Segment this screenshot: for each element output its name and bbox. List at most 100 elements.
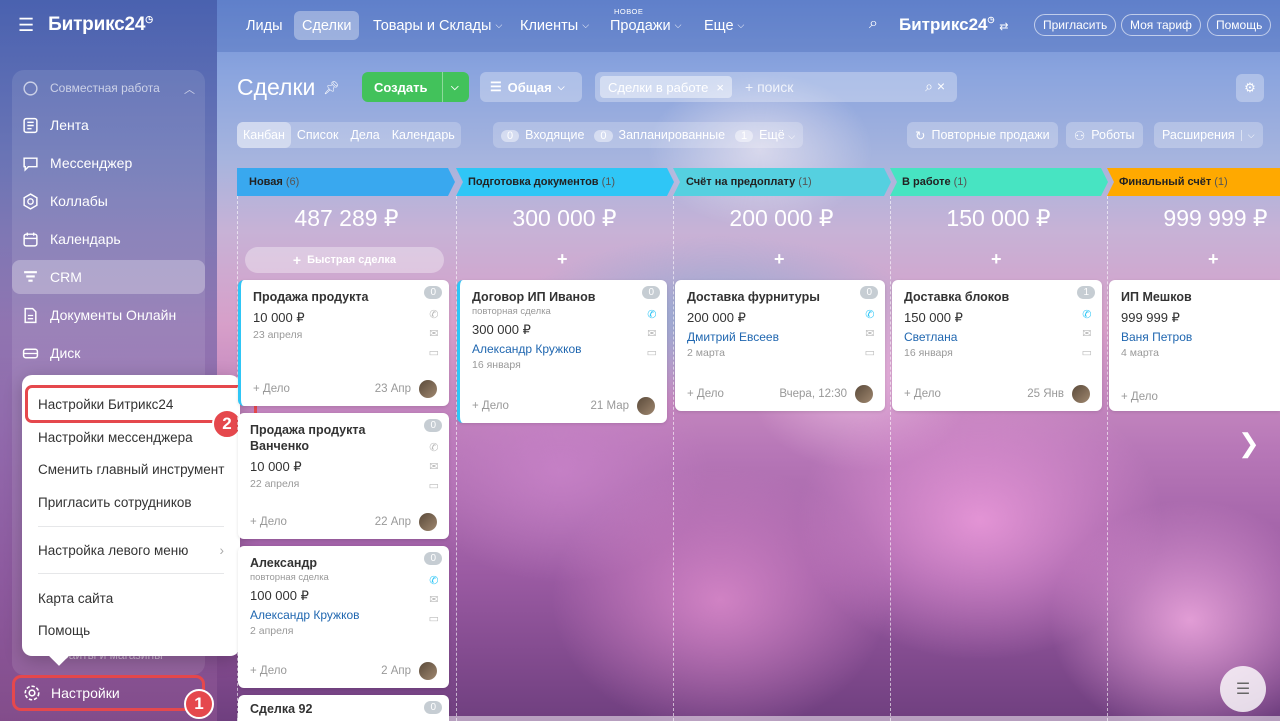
mail-icon[interactable]: ✉: [647, 327, 656, 340]
add-deal-plus-icon[interactable]: +: [774, 249, 785, 270]
chat-icon[interactable]: ▭: [429, 612, 439, 625]
quick-deal-button[interactable]: + Быстрая сделка: [245, 247, 444, 273]
deal-card[interactable]: Доставка фурнитуры 200 000 ₽ Дмитрий Евс…: [675, 280, 885, 411]
deal-contact[interactable]: Александр Кружков: [250, 608, 437, 622]
add-activity-link[interactable]: + Дело: [472, 400, 509, 412]
deal-card[interactable]: ИП Мешков 999 999 ₽ Ваня Петров 4 марта …: [1109, 280, 1280, 411]
deal-title[interactable]: Продажа продукта Ванченко: [250, 422, 390, 454]
deal-when: 23 Апр: [374, 383, 411, 396]
avatar[interactable]: [1072, 385, 1090, 403]
deal-date: 2 апреля: [250, 625, 294, 637]
card-contacts: ✆ ✉ ▭: [429, 574, 439, 625]
column-divider: [673, 196, 674, 721]
avatar[interactable]: [419, 513, 437, 531]
add-activity-link[interactable]: + Дело: [1121, 391, 1158, 403]
chat-icon[interactable]: ▭: [1082, 346, 1092, 359]
scroll-right-arrow-icon[interactable]: ❯: [1238, 428, 1260, 459]
deal-contact[interactable]: Ваня Петров: [1121, 330, 1268, 344]
card-contacts: ✆ ✉ ▭: [429, 441, 439, 492]
activity-badge: 0: [860, 286, 878, 299]
mail-icon[interactable]: ✉: [429, 327, 438, 340]
avatar[interactable]: [419, 380, 437, 398]
deal-title[interactable]: Доставка блоков: [904, 289, 1090, 305]
chat-icon[interactable]: ▭: [647, 346, 657, 359]
deal-title[interactable]: Доставка фурнитуры: [687, 289, 873, 305]
mail-icon[interactable]: ✉: [429, 593, 438, 606]
add-activity-link[interactable]: + Дело: [250, 516, 287, 528]
deal-title[interactable]: Александр: [250, 555, 437, 571]
stage-sum: 300 000 ₽: [512, 205, 617, 231]
phone-icon[interactable]: ✆: [429, 441, 438, 454]
add-deal-plus-icon[interactable]: +: [557, 249, 568, 270]
phone-icon[interactable]: ✆: [429, 308, 438, 321]
mail-icon[interactable]: ✉: [1082, 327, 1091, 340]
add-activity-link[interactable]: + Дело: [904, 388, 941, 400]
card-contacts: ✆ ✉ ▭: [1082, 308, 1092, 359]
stage-header-invoice[interactable]: Счёт на предоплату (1): [674, 168, 884, 196]
deal-subtitle: повторная сделка: [250, 572, 329, 583]
deal-card[interactable]: Продажа продукта Ванченко 10 000 ₽ 22 ап…: [238, 413, 449, 539]
stage-sum: 487 289 ₽: [294, 205, 399, 231]
add-deal-plus-icon[interactable]: +: [1208, 249, 1219, 270]
deal-contact[interactable]: Светлана: [904, 330, 1090, 344]
deal-card[interactable]: Продажа продукта 10 000 ₽ 23 апреля 0 ✆ ✉…: [238, 280, 449, 406]
card-contacts: ✆ ✉ ▭: [647, 308, 657, 359]
card-footer: + Дело 22 Апр: [250, 513, 437, 531]
phone-icon[interactable]: ✆: [429, 574, 438, 587]
deal-when: 22 Апр: [374, 516, 411, 529]
stage-count: (1): [953, 176, 968, 188]
card-footer: + Дело 2 Апр: [250, 662, 437, 680]
stage-header-final[interactable]: Финальный счёт (1): [1107, 168, 1280, 196]
deal-title[interactable]: Продажа продукта: [253, 289, 437, 305]
deal-card[interactable]: Александр повторная сделка 100 000 ₽ Але…: [238, 546, 449, 688]
deal-date: 2 марта: [687, 347, 725, 359]
stage-header-new[interactable]: Новая (6): [237, 168, 447, 196]
add-activity-link[interactable]: + Дело: [250, 665, 287, 677]
card-footer: + Дело Вчера, 12:30: [687, 385, 873, 403]
deal-subtitle: повторная сделка: [472, 306, 551, 317]
activity-badge: 1: [1077, 286, 1095, 299]
column-divider: [1107, 196, 1108, 721]
column-divider: [890, 196, 891, 721]
deal-card[interactable]: Доставка блоков 150 000 ₽ Светлана 16 ян…: [892, 280, 1102, 411]
add-activity-link[interactable]: + Дело: [687, 388, 724, 400]
chat-icon[interactable]: ▭: [429, 479, 439, 492]
avatar[interactable]: [637, 397, 655, 415]
activity-badge: 0: [424, 286, 442, 299]
mail-icon[interactable]: ✉: [865, 327, 874, 340]
deal-price: 100 000 ₽: [250, 588, 309, 603]
column-divider: [456, 196, 457, 721]
mail-icon[interactable]: ✉: [429, 460, 438, 473]
stage-header-docs[interactable]: Подготовка документов (1): [456, 168, 666, 196]
card-footer: + Дело 23 Апр: [253, 380, 437, 398]
phone-icon[interactable]: ✆: [1082, 308, 1091, 321]
deal-title[interactable]: Договор ИП Иванов: [472, 289, 655, 305]
quick-deal-label: Быстрая сделка: [307, 254, 397, 266]
chat-widget-button[interactable]: ☰: [1220, 666, 1266, 712]
deal-price: 300 000 ₽: [472, 322, 531, 337]
stage-name: В работе: [902, 176, 951, 188]
deal-contact[interactable]: Дмитрий Евсеев: [687, 330, 873, 344]
avatar[interactable]: [855, 385, 873, 403]
stage-count: (1): [601, 176, 616, 188]
stage-sum: 150 000 ₽: [946, 205, 1051, 231]
deal-title[interactable]: Сделка 92: [250, 701, 437, 717]
add-activity-link[interactable]: + Дело: [253, 383, 290, 395]
card-footer: + Дело: [1121, 391, 1268, 403]
avatar[interactable]: [419, 662, 437, 680]
deal-card[interactable]: Договор ИП Иванов повторная сделка 300 0…: [457, 280, 667, 423]
deal-date: 22 апреля: [250, 478, 300, 490]
deal-price: 10 000 ₽: [250, 459, 302, 474]
deal-title[interactable]: ИП Мешков: [1121, 289, 1268, 305]
stage-header-inwork[interactable]: В работе (1): [890, 168, 1100, 196]
phone-icon[interactable]: ✆: [647, 308, 656, 321]
deal-date: 23 апреля: [253, 329, 303, 341]
add-deal-plus-icon[interactable]: +: [991, 249, 1002, 270]
deal-contact[interactable]: Александр Кружков: [472, 342, 655, 356]
list-icon: ☰: [1235, 681, 1251, 698]
chat-icon[interactable]: ▭: [429, 346, 439, 359]
horizontal-scrollbar[interactable]: [237, 716, 1280, 721]
stage-name: Подготовка документов: [468, 176, 599, 188]
phone-icon[interactable]: ✆: [865, 308, 874, 321]
chat-icon[interactable]: ▭: [865, 346, 875, 359]
